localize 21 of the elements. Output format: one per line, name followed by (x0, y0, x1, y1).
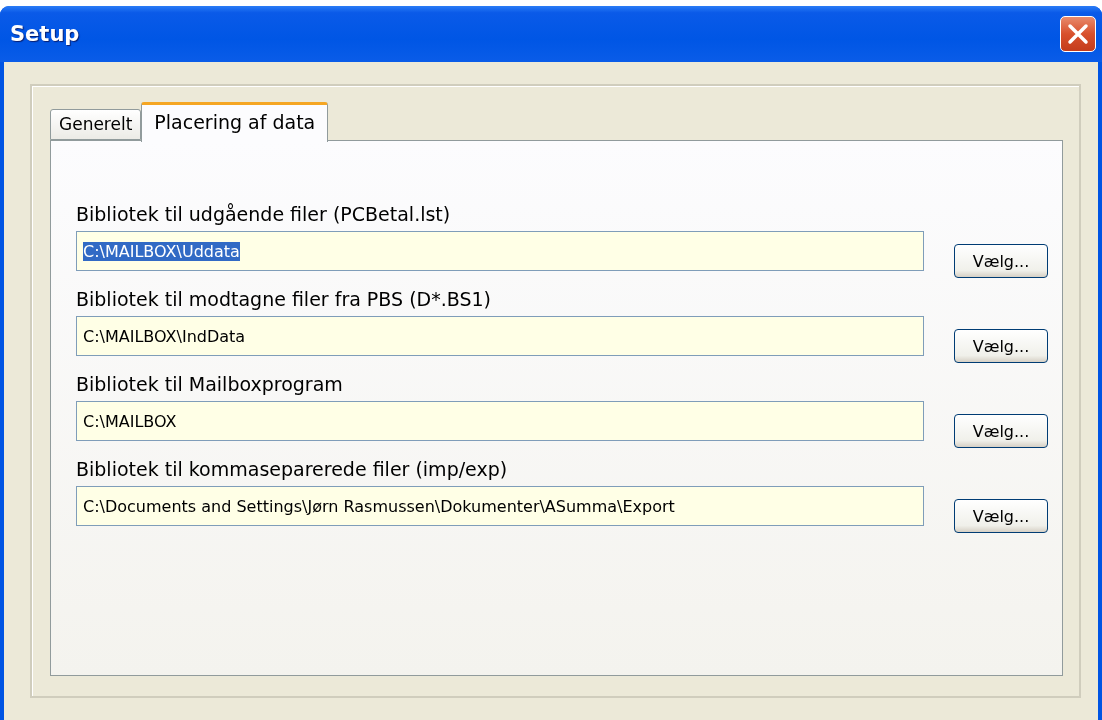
close-icon (1066, 22, 1090, 46)
path-field[interactable]: C:\MAILBOX\Uddata (76, 231, 924, 271)
field-label: Bibliotek til udgående filer (PCBetal.lst) (76, 203, 452, 225)
path-field[interactable]: C:\MAILBOX\IndData (76, 316, 924, 356)
path-text: C:\Documents and Settings\Jørn Rasmussen\Dokumenter\ASumma\Export (83, 496, 675, 516)
path-text: C:\MAILBOX\IndData (83, 326, 246, 346)
path-text: C:\MAILBOX (83, 411, 177, 431)
field-label: Bibliotek til modtagne filer fra PBS (D*.BS1) (76, 288, 492, 310)
browse-button[interactable]: Vælg... (954, 329, 1048, 363)
tab[interactable]: Placering af data (141, 102, 329, 142)
path-text: C:\MAILBOX\Uddata (83, 241, 240, 261)
browse-button[interactable]: Vælg... (954, 499, 1048, 533)
path-field[interactable]: C:\Documents and Settings\Jørn Rasmussen\Dokumenter\ASumma\Export (76, 486, 924, 526)
close-button[interactable] (1060, 16, 1096, 52)
field-label: Bibliotek til Mailboxprogram (76, 373, 344, 395)
window-title: Setup (10, 22, 80, 46)
tab[interactable]: Generelt (50, 109, 142, 140)
browse-button[interactable]: Vælg... (954, 244, 1048, 278)
path-field[interactable]: C:\MAILBOX (76, 401, 924, 441)
browse-button[interactable]: Vælg... (954, 414, 1048, 448)
field-label: Bibliotek til kommaseparerede filer (imp/exp) (76, 458, 509, 480)
